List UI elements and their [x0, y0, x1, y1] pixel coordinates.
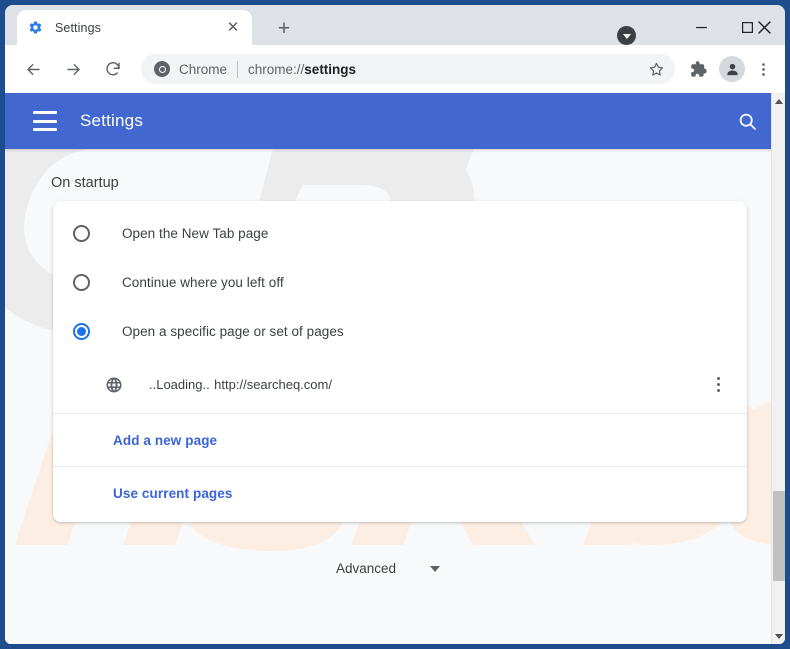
- radio-button[interactable]: [73, 225, 90, 242]
- browser-menu-button[interactable]: [751, 54, 775, 84]
- star-icon[interactable]: [645, 58, 667, 80]
- vertical-scrollbar[interactable]: [771, 93, 785, 644]
- page-title: Settings: [80, 111, 144, 130]
- globe-icon: [105, 376, 123, 394]
- gear-icon: [27, 19, 44, 36]
- omnibox-divider: [237, 60, 239, 78]
- startup-page-row: ..Loading.. http://searcheq.com/: [53, 356, 747, 414]
- chrome-icon: [154, 61, 170, 77]
- omnibox-scheme-label: Chrome: [179, 61, 228, 77]
- browser-toolbar: Chrome chrome://settings: [5, 45, 785, 93]
- back-button[interactable]: [17, 53, 49, 85]
- tab-strip: Settings ✕ +: [5, 5, 785, 45]
- triangle-up-icon[interactable]: [772, 93, 785, 109]
- extensions-button[interactable]: [683, 54, 713, 84]
- use-current-pages-button[interactable]: Use current pages: [53, 467, 747, 520]
- startup-option-label: Open a specific page or set of pages: [122, 324, 344, 339]
- startup-page-title: ..Loading..: [149, 377, 210, 392]
- advanced-label: Advanced: [335, 561, 397, 576]
- browser-window: Settings ✕ + Chrome chrome://settings Se…: [0, 0, 790, 649]
- close-window-button[interactable]: [743, 10, 785, 44]
- triangle-down-icon[interactable]: [772, 628, 785, 644]
- forward-button[interactable]: [57, 53, 89, 85]
- tab-settings[interactable]: Settings ✕: [17, 10, 252, 45]
- new-tab-button[interactable]: +: [270, 16, 298, 40]
- tab-title: Settings: [55, 20, 101, 35]
- omnibox-url: chrome://settings: [248, 61, 357, 77]
- startup-option-specific-page[interactable]: Open a specific page or set of pages: [53, 307, 747, 356]
- reload-button[interactable]: [97, 53, 129, 85]
- on-startup-card: Open the New Tab page Continue where you…: [53, 201, 747, 522]
- close-icon[interactable]: ✕: [224, 19, 242, 37]
- three-dots-vertical-icon[interactable]: [705, 370, 731, 400]
- startup-option-continue[interactable]: Continue where you left off: [53, 258, 747, 307]
- scrollbar-thumb[interactable]: [773, 491, 785, 581]
- startup-option-label: Continue where you left off: [122, 275, 284, 290]
- startup-option-new-tab[interactable]: Open the New Tab page: [53, 209, 747, 258]
- startup-page-url: http://searcheq.com/: [214, 377, 332, 392]
- radio-button[interactable]: [73, 274, 90, 291]
- dropdown-circle-icon[interactable]: [617, 26, 636, 45]
- chevron-down-icon: [430, 565, 441, 572]
- search-icon[interactable]: [735, 109, 759, 133]
- settings-page: Settings On startup Open the New Tab pag…: [5, 93, 785, 644]
- minimize-button[interactable]: [678, 10, 724, 44]
- settings-header-bar: Settings: [5, 93, 785, 149]
- startup-option-label: Open the New Tab page: [122, 226, 269, 241]
- use-current-pages-label: Use current pages: [113, 486, 233, 501]
- radio-button-selected[interactable]: [73, 323, 90, 340]
- startup-page-info: ..Loading.. http://searcheq.com/: [149, 375, 705, 394]
- add-new-page-button[interactable]: Add a new page: [53, 414, 747, 467]
- section-title: On startup: [51, 175, 119, 191]
- hamburger-icon[interactable]: [33, 111, 57, 131]
- advanced-toggle-button[interactable]: Advanced: [5, 561, 771, 576]
- profile-avatar-button[interactable]: [719, 56, 745, 82]
- settings-content: On startup Open the New Tab page Continu…: [5, 149, 771, 644]
- add-new-page-label: Add a new page: [113, 432, 218, 448]
- browser-window-inner: Settings ✕ + Chrome chrome://settings Se…: [5, 5, 785, 644]
- address-bar[interactable]: Chrome chrome://settings: [141, 54, 675, 84]
